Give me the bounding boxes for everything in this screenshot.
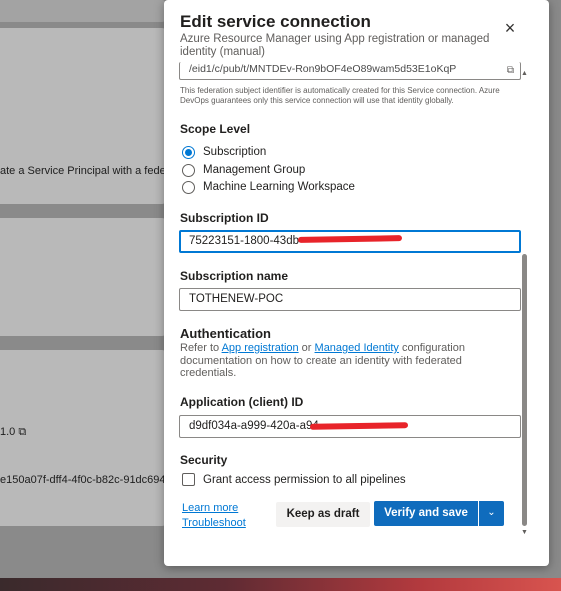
background-text: 1.0 ⧉: [0, 426, 27, 438]
scope-level-label: Scope Level: [180, 122, 251, 136]
copy-icon[interactable]: ⧉: [507, 64, 514, 78]
radio-icon: [182, 180, 195, 194]
dialog-title: Edit service connection: [180, 12, 371, 31]
learn-more-link[interactable]: Learn more: [182, 502, 238, 514]
federation-subject-field[interactable]: /eid1/c/pub/t/MNTDEv-Ron9bOF4eO89wam5d53…: [179, 62, 521, 80]
background-card: [0, 0, 166, 22]
scroll-down-icon[interactable]: ▼: [521, 529, 528, 536]
keep-as-draft-button[interactable]: Keep as draft: [276, 502, 370, 527]
scroll-up-icon[interactable]: ▲: [521, 70, 528, 77]
troubleshoot-link[interactable]: Troubleshoot: [182, 517, 246, 529]
federation-hint: This federation subject identifier is au…: [180, 86, 500, 105]
authentication-heading: Authentication: [180, 326, 271, 341]
subscription-name-input[interactable]: TOTHENEW-POC: [179, 288, 521, 311]
dialog-scrollbar[interactable]: ▲ ▼: [521, 70, 529, 540]
edit-service-connection-dialog: Edit service connection Azure Resource M…: [164, 0, 549, 566]
radio-selected-icon: [182, 145, 195, 159]
radio-icon: [182, 163, 195, 177]
checkbox-icon: [182, 473, 195, 486]
grant-access-checkbox[interactable]: Grant access permission to all pipelines: [182, 473, 406, 486]
app-registration-link[interactable]: App registration: [222, 342, 299, 354]
background-text: ate a Service Principal with a fede: [0, 165, 166, 177]
subscription-id-label: Subscription ID: [180, 211, 269, 225]
verify-and-save-button[interactable]: Verify and save: [374, 501, 478, 526]
scope-option-ml-workspace[interactable]: Machine Learning Workspace: [182, 179, 355, 195]
application-id-label: Application (client) ID: [180, 395, 304, 409]
dialog-subtitle: Azure Resource Manager using App registr…: [180, 33, 490, 58]
background-card: [0, 218, 166, 336]
copy-icon: ⧉: [18, 426, 27, 438]
security-heading: Security: [180, 453, 228, 467]
subscription-name-label: Subscription name: [180, 269, 289, 283]
authentication-description: Refer to App registration or Managed Ide…: [180, 342, 465, 379]
background-text: e150a07f-dff4-4f0c-b82c-91dc694: [0, 474, 166, 486]
dialog-scroll-area: /eid1/c/pub/t/MNTDEv-Ron9bOF4eO89wam5d53…: [164, 62, 549, 542]
scope-option-subscription[interactable]: Subscription: [182, 144, 266, 160]
close-icon[interactable]: ×: [499, 18, 521, 40]
background-card: [0, 28, 166, 204]
taskbar: [0, 578, 561, 591]
chevron-down-icon[interactable]: ⌄: [479, 501, 504, 526]
managed-identity-link[interactable]: Managed Identity: [315, 342, 399, 354]
scope-option-management-group[interactable]: Management Group: [182, 162, 305, 178]
scrollbar-thumb[interactable]: [522, 254, 527, 526]
